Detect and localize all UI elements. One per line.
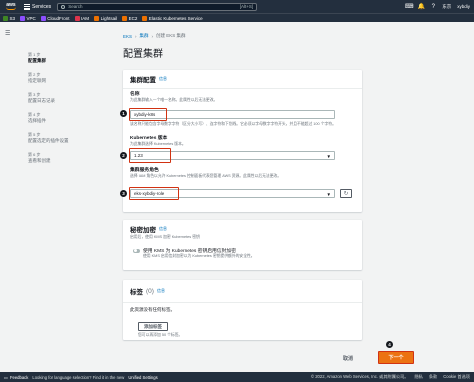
- search-icon: [61, 4, 66, 9]
- step-1[interactable]: 第 1 步配置集群: [28, 52, 88, 64]
- search-placeholder: Search: [68, 4, 83, 9]
- kms-toggle-row: 使用 KMS 为 Kubernetes 密钥启用信封加密: [123, 240, 362, 254]
- favorite-s3[interactable]: S3: [3, 15, 15, 21]
- step-2: 第 2 步指定联网: [28, 72, 46, 83]
- aws-smile-icon: [6, 7, 16, 10]
- service-role-description: 选择 IAM 角色以允许 Kubernetes 控制面板代表您管理 AWS 资源…: [130, 174, 282, 178]
- search-input[interactable]: Search [Alt+S]: [57, 2, 258, 11]
- cloudshell-icon[interactable]: ⌨: [405, 4, 414, 10]
- next-button[interactable]: 下一个: [378, 351, 414, 364]
- s3-icon: [3, 15, 8, 21]
- tags-header: 标签 (0) 信息: [123, 280, 362, 303]
- hamburger-menu-icon[interactable]: ☰: [5, 30, 10, 37]
- add-tag-button[interactable]: 添加标签: [138, 322, 168, 331]
- cluster-config-title: 集群配置: [130, 77, 156, 84]
- ec2-icon: [122, 15, 128, 21]
- breadcrumb: EKS › 集群 › 创建 EKS 集群: [123, 33, 186, 39]
- step-3: 第 3 步配置日志记录: [28, 92, 55, 103]
- cluster-config-header: 集群配置 信息: [123, 70, 362, 89]
- language-hint: Looking for language selection? Find it …: [32, 374, 125, 380]
- page-title: 配置集群: [123, 49, 163, 60]
- tags-info-link[interactable]: 信息: [157, 288, 165, 294]
- copyright-text: © 2022, Amazon Web Services, Inc. 或其附属公司…: [310, 374, 409, 379]
- cloudfront-icon: [40, 15, 46, 21]
- services-menu-button[interactable]: Services: [24, 3, 52, 10]
- kms-toggle[interactable]: [133, 248, 140, 253]
- account-menu[interactable]: xybdiy: [457, 4, 470, 9]
- iam-icon: [74, 15, 80, 21]
- region-selector[interactable]: 东京: [442, 4, 451, 10]
- feedback-link[interactable]: ▭ Feedback: [4, 375, 28, 380]
- annotation-1: 1: [120, 110, 127, 117]
- favorite-iam[interactable]: IAM: [74, 15, 89, 21]
- secrets-encryption-panel: 秘密加密 信息 启用后，使用 KMS 加密 Kubernetes 密钥 使用 K…: [123, 220, 362, 270]
- secrets-info-link[interactable]: 信息: [159, 226, 167, 232]
- aws-logo[interactable]: aws: [4, 2, 18, 11]
- dropdown-caret-icon: ▼: [326, 154, 331, 159]
- refresh-icon: ↻: [343, 190, 349, 197]
- terms-link[interactable]: 条款: [429, 374, 437, 380]
- secrets-title: 秘密加密: [130, 227, 156, 234]
- unified-settings-link[interactable]: Unified Settings: [128, 375, 157, 380]
- services-grid-icon: [24, 3, 30, 10]
- favorite-vpc[interactable]: VPC: [20, 15, 36, 21]
- k8s-version-description: 为此集群选择 Kubernetes 版本。: [130, 142, 186, 146]
- cluster-config-info-link[interactable]: 信息: [159, 76, 167, 82]
- breadcrumb-clusters[interactable]: 集群: [140, 33, 149, 39]
- eks-icon: [142, 15, 148, 21]
- tags-panel: 标签 (0) 信息 此资源没有任何标签。: [123, 280, 362, 340]
- cancel-button[interactable]: 取消: [343, 355, 353, 362]
- feedback-icon: ▭: [4, 374, 8, 380]
- favorite-eks[interactable]: Elastic Kubernetes Service: [142, 15, 203, 21]
- step-6: 第 6 步查看和创建: [28, 152, 51, 163]
- vpc-icon: [20, 15, 26, 21]
- top-navigation-bar: aws Services Search [Alt+S] ⌨ 🔔 ? 东京 xyb…: [0, 0, 474, 13]
- annotation-3: 3: [120, 190, 127, 197]
- highlight-name: [129, 108, 167, 121]
- footer: ▭ Feedback Looking for language selection…: [0, 372, 474, 382]
- services-label: Services: [32, 3, 52, 10]
- favorites-bar: S3 VPC CloudFront IAM Lightsail EC2 Elas…: [0, 13, 474, 22]
- annotation-4: 4: [386, 341, 393, 348]
- breadcrumb-eks[interactable]: EKS: [123, 34, 132, 39]
- highlight-k8s-version: [129, 148, 171, 163]
- step-4: 第 4 步选择插件: [28, 112, 46, 123]
- favorite-ec2[interactable]: EC2: [122, 15, 137, 21]
- footer-right: © 2022, Amazon Web Services, Inc. 或其附属公司…: [311, 374, 470, 380]
- cookie-preferences-link[interactable]: Cookie 首选项: [443, 374, 470, 380]
- dropdown-caret-icon: ▼: [326, 192, 331, 197]
- notifications-bell-icon[interactable]: 🔔: [418, 4, 425, 10]
- search-shortcut: [Alt+S]: [239, 4, 254, 9]
- tags-empty-text: 此资源没有任何标签。: [130, 307, 175, 312]
- favorite-cloudfront[interactable]: CloudFront: [40, 15, 70, 21]
- name-hint: 该名称只能包含字母数字字符（区分大小写）、连字符和下划线。它必须以字母数字字符开…: [130, 122, 336, 126]
- wizard-steps: 第 1 步配置集群 第 2 步指定联网 第 3 步配置日志记录 第 4 步选择插…: [28, 52, 88, 172]
- favorite-lightsail[interactable]: Lightsail: [94, 15, 117, 21]
- lightsail-icon: [94, 15, 100, 21]
- breadcrumb-separator-icon: ›: [135, 33, 137, 39]
- secrets-header: 秘密加密 信息: [123, 220, 362, 235]
- breadcrumb-separator-icon: ›: [151, 33, 154, 39]
- refresh-roles-button[interactable]: ↻: [340, 189, 352, 198]
- tags-hint: 您可以再添加 50 个标签。: [138, 333, 183, 337]
- tags-count: (0): [146, 287, 154, 295]
- step-5: 第 5 步配置选定的插件设置: [28, 132, 69, 143]
- name-description: 为此集群输入一个唯一名称。此属性以后无法更改。: [130, 98, 218, 102]
- annotation-2: 2: [120, 152, 127, 159]
- breadcrumb-current: 创建 EKS 集群: [156, 33, 186, 38]
- help-icon[interactable]: ?: [430, 4, 436, 10]
- privacy-link[interactable]: 隐私: [414, 374, 422, 380]
- kms-toggle-description: 使用 KMS 启用信封加密以为 Kubernetes 密钥提供额外的安全性。: [143, 254, 255, 258]
- nav-right-group: ⌨ 🔔 ? 东京 xybdiy: [405, 4, 470, 10]
- kms-toggle-label: 使用 KMS 为 Kubernetes 密钥启用信封加密: [143, 249, 237, 254]
- highlight-service-role: [129, 187, 179, 200]
- tags-title: 标签: [130, 289, 143, 296]
